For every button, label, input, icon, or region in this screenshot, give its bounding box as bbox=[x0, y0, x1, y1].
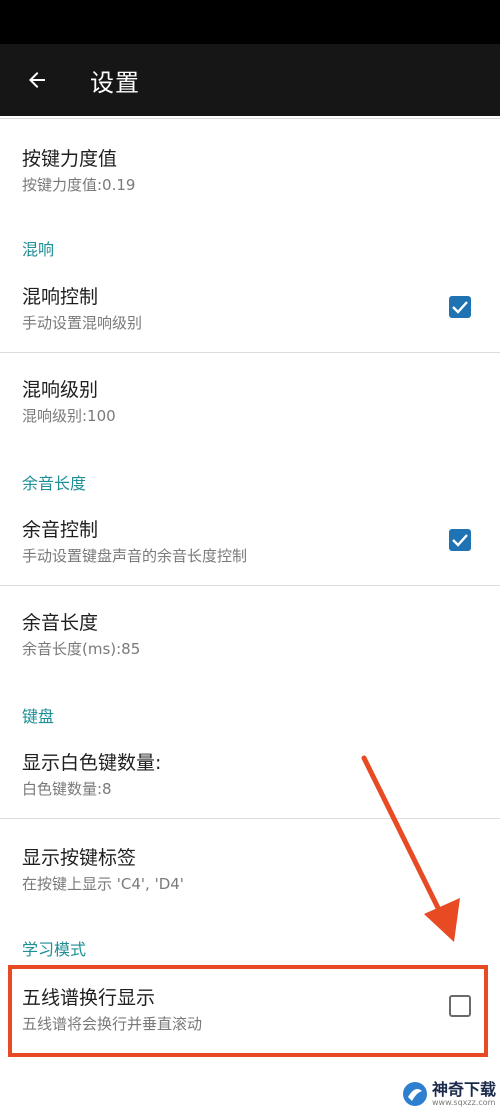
page-title: 设置 bbox=[90, 68, 140, 97]
pref-velocity[interactable]: 按键力度值 按键力度值:0.19 bbox=[0, 118, 500, 212]
check-icon bbox=[452, 534, 468, 547]
category-keyboard: 键盘 bbox=[22, 707, 55, 726]
pref-staff-wrap[interactable]: 五线谱换行显示 五线谱将会换行并垂直滚动 bbox=[0, 969, 500, 1053]
arrow-left-icon bbox=[29, 72, 45, 88]
watermark-name: 神奇下载 bbox=[431, 1080, 496, 1099]
reverb-control-checkbox[interactable] bbox=[449, 296, 471, 318]
pref-white-keys[interactable]: 显示白色键数量: 白色键数量:8 bbox=[0, 734, 500, 818]
back-button[interactable] bbox=[22, 65, 52, 95]
pref-summary: 白色键数量:8 bbox=[22, 780, 112, 798]
pref-sustain-control[interactable]: 余音控制 手动设置键盘声音的余音长度控制 bbox=[0, 501, 500, 585]
watermark-logo-icon bbox=[402, 1082, 427, 1106]
category-reverb: 混响 bbox=[22, 240, 55, 259]
pref-reverb-level[interactable]: 混响级别 混响级别:100 bbox=[0, 353, 500, 449]
pref-summary: 手动设置键盘声音的余音长度控制 bbox=[22, 547, 248, 565]
toolbar: 设置 bbox=[0, 44, 500, 116]
settings-list: 按键力度值 按键力度值:0.19 混响 混响控制 手动设置混响级别 混响级别 混… bbox=[0, 116, 500, 1111]
pref-summary: 混响级别:100 bbox=[22, 407, 116, 425]
pref-summary: 在按键上显示 'C4', 'D4' bbox=[22, 875, 184, 893]
category-sustain: 余音长度 bbox=[22, 474, 87, 493]
pref-title: 五线谱换行显示 bbox=[22, 987, 156, 1009]
watermark-url: www.sqxzz.com bbox=[431, 1098, 496, 1107]
pref-title: 混响控制 bbox=[22, 286, 99, 308]
sustain-control-checkbox[interactable] bbox=[449, 529, 471, 551]
pref-title: 余音长度 bbox=[22, 612, 99, 634]
status-bar bbox=[0, 0, 500, 44]
pref-key-labels[interactable]: 显示按键标签 在按键上显示 'C4', 'D4' bbox=[0, 819, 500, 915]
pref-title: 显示白色键数量: bbox=[22, 752, 162, 774]
watermark: 神奇下载 www.sqxzz.com bbox=[402, 1081, 496, 1107]
pref-title: 按键力度值 bbox=[22, 148, 118, 170]
staff-wrap-checkbox[interactable] bbox=[449, 995, 471, 1017]
category-learning: 学习模式 bbox=[22, 940, 87, 959]
pref-summary: 手动设置混响级别 bbox=[22, 314, 143, 332]
pref-summary: 余音长度(ms):85 bbox=[22, 640, 141, 658]
pref-title: 混响级别 bbox=[22, 379, 99, 401]
check-icon bbox=[452, 301, 468, 314]
pref-sustain-length[interactable]: 余音长度 余音长度(ms):85 bbox=[0, 586, 500, 682]
pref-reverb-control[interactable]: 混响控制 手动设置混响级别 bbox=[0, 266, 500, 352]
pref-summary: 按键力度值:0.19 bbox=[22, 176, 136, 194]
pref-title: 显示按键标签 bbox=[22, 847, 137, 869]
pref-title: 余音控制 bbox=[22, 519, 99, 541]
pref-summary: 五线谱将会换行并垂直滚动 bbox=[22, 1015, 203, 1033]
